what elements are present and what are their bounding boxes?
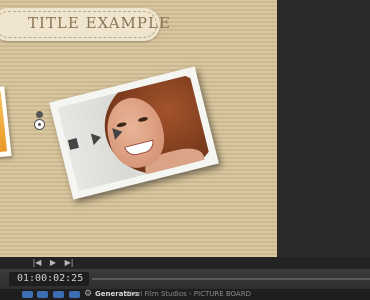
control-handle-icon[interactable]	[36, 111, 43, 118]
title-text[interactable]: TITLE EXAMPLE	[28, 14, 171, 32]
arrow-right-icon[interactable]	[90, 131, 103, 146]
canvas-viewer[interactable]: TITLE EXAMPLE	[0, 0, 277, 257]
layout-icon[interactable]	[22, 291, 33, 298]
status-bar: ⚙ Generators Pixel Film Studios - PICTUR…	[0, 289, 370, 300]
photo-frame-left[interactable]	[0, 86, 12, 160]
play-button[interactable]: ▶	[46, 257, 60, 269]
portrait-photo	[57, 74, 211, 192]
project-name: Pixel Film Studios - PICTURE BOARD	[126, 290, 251, 298]
skip-forward-button[interactable]: ▶|	[62, 257, 76, 269]
photo-frame-main[interactable]	[49, 66, 219, 200]
inspector-panel	[277, 0, 370, 257]
eye-icon[interactable]	[53, 291, 64, 298]
playback-controls: |◀ ▶ ▶|	[0, 257, 370, 269]
skip-back-button[interactable]: |◀	[30, 257, 44, 269]
timecode-display: 01:00:02:25	[9, 272, 89, 286]
timeline[interactable]: 01:00:02:25	[0, 269, 370, 289]
gear-icon[interactable]: ⚙	[84, 289, 92, 300]
anchor-point-icon[interactable]	[34, 119, 45, 130]
layers-icon[interactable]	[69, 291, 80, 298]
timeline-track[interactable]	[92, 278, 370, 280]
transform-handle-icon[interactable]	[67, 138, 79, 150]
viewer-icon[interactable]	[37, 291, 48, 298]
